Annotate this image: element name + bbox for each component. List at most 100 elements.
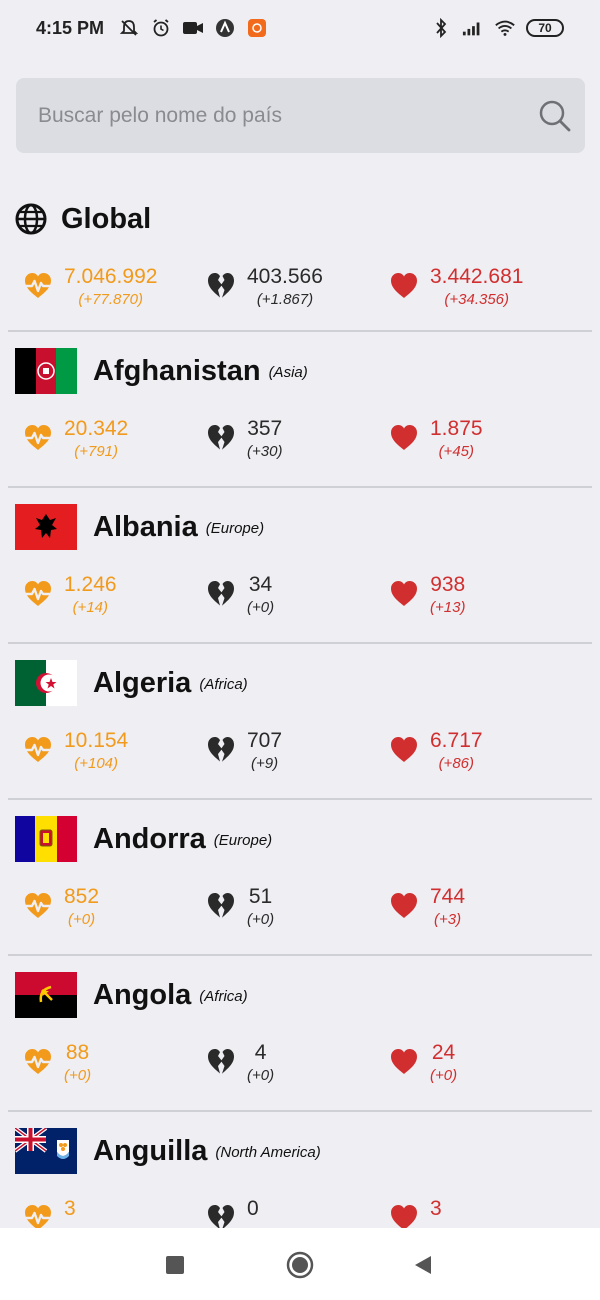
recovered-delta: (+0) <box>430 1067 458 1084</box>
recovered-stat: 1.875 (+45) <box>388 416 483 472</box>
silent-icon <box>118 17 140 39</box>
cases-value: 20.342 <box>64 417 129 440</box>
cases-delta: (+0) <box>67 911 96 928</box>
deaths-value: 34 <box>248 573 273 596</box>
cases-delta: (+14) <box>72 599 108 616</box>
country-stats: 20.342 (+791) 357 (+30) 1.875 (+45) <box>0 416 600 472</box>
country-stats: 88 (+0) 4 (+0) 24 (+0) <box>0 1040 600 1096</box>
deaths-value: 357 <box>247 417 283 440</box>
cases-delta: (+104) <box>74 755 118 772</box>
continent-label: (Asia) <box>268 363 308 381</box>
status-time: 4:15 PM <box>36 17 105 38</box>
heart-icon <box>388 422 420 454</box>
deaths-stat: 707 (+9) <box>205 728 282 784</box>
deaths-stat: 34 (+0) <box>205 572 274 628</box>
country-stats: 852 (+0) 51 (+0) 744 (+3) <box>0 884 600 940</box>
flag-andorra-icon <box>15 816 77 862</box>
recovered-delta: (+3) <box>433 911 462 928</box>
country-stats: 3 0 3 <box>0 1196 600 1228</box>
country-name: Andorra <box>93 822 206 855</box>
heartbeat-icon <box>22 1046 54 1078</box>
country-stats: 1.246 (+14) 34 (+0) 938 (+13) <box>0 572 600 628</box>
signal-icon <box>462 17 484 39</box>
heart-icon <box>388 578 420 610</box>
continent-label: (Africa) <box>199 675 248 693</box>
cases-stat: 852 (+0) <box>22 884 99 940</box>
recovered-stat: 744 (+3) <box>388 884 465 940</box>
heartbeat-icon <box>22 1202 54 1228</box>
cases-stat: 88 (+0) <box>22 1040 91 1096</box>
flag-afghanistan-icon <box>15 348 77 394</box>
home-icon[interactable] <box>285 1250 315 1280</box>
back-icon[interactable] <box>408 1250 438 1280</box>
deaths-stat: 357 (+30) <box>205 416 282 472</box>
country-card-angola[interactable]: Angola (Africa) 88 (+0) 4 (+0) 24 (+0) <box>0 956 600 1112</box>
country-card-andorra[interactable]: Andorra (Europe) 852 (+0) 51 (+0) 744 (+… <box>0 800 600 956</box>
recovered-value: 3.442.681 <box>430 265 524 288</box>
continent-label: (Africa) <box>199 987 248 1005</box>
flag-algeria-icon <box>15 660 77 706</box>
cases-delta: (+791) <box>74 443 118 460</box>
country-card-algeria[interactable]: Algeria (Africa) 10.154 (+104) 707 (+9) <box>0 644 600 800</box>
deaths-delta: (+9) <box>250 755 279 772</box>
recovered-value: 938 <box>430 573 466 596</box>
cases-delta: (+77.870) <box>78 291 144 308</box>
cases-value: 1.246 <box>64 573 117 596</box>
broken-heart-icon <box>205 422 237 454</box>
global-card[interactable]: Global 7.046.992 (+77.870) 403.566 (+1.8… <box>0 180 600 332</box>
recent-apps-icon[interactable] <box>160 1250 190 1280</box>
global-title: Global <box>61 202 152 235</box>
continent-label: (Europe) <box>205 519 265 537</box>
broken-heart-icon <box>205 1046 237 1078</box>
heart-icon <box>388 890 420 922</box>
recovered-value: 744 <box>430 885 466 908</box>
alarm-icon <box>150 17 172 39</box>
video-icon <box>182 17 204 39</box>
flag-anguilla-icon <box>15 1128 77 1174</box>
search-icon[interactable] <box>537 98 573 134</box>
broken-heart-icon <box>205 734 237 766</box>
country-name: Anguilla <box>93 1134 208 1167</box>
country-name: Albania <box>93 510 198 543</box>
country-name: Algeria <box>93 666 192 699</box>
cases-value: 7.046.992 <box>64 265 158 288</box>
country-card-anguilla[interactable]: Anguilla (North America) 3 0 3 <box>0 1112 600 1228</box>
recovered-stat: 24 (+0) <box>388 1040 457 1096</box>
heartbeat-icon <box>22 890 54 922</box>
global-stats: 7.046.992 (+77.870) 403.566 (+1.867) 3.4… <box>0 264 600 320</box>
heart-icon <box>388 1046 420 1078</box>
recovered-delta: (+13) <box>430 599 466 616</box>
cases-stat: 10.154 (+104) <box>22 728 128 784</box>
recovered-stat: 938 (+13) <box>388 572 465 628</box>
search-bar[interactable] <box>16 78 585 153</box>
recovered-value: 6.717 <box>430 729 483 752</box>
deaths-delta: (+30) <box>247 443 283 460</box>
recovered-stat: 3.442.681 (+34.356) <box>388 264 523 320</box>
search-input[interactable] <box>38 103 518 128</box>
deaths-value: 4 <box>254 1041 267 1064</box>
recovered-value: 24 <box>431 1041 456 1064</box>
deaths-value: 707 <box>247 729 283 752</box>
country-list[interactable]: Global 7.046.992 (+77.870) 403.566 (+1.8… <box>0 180 600 1228</box>
heartbeat-icon <box>22 578 54 610</box>
country-card-afghanistan[interactable]: Afghanistan (Asia) 20.342 (+791) 357 (+3… <box>0 332 600 488</box>
flag-angola-icon <box>15 972 77 1018</box>
navigation-bar <box>0 1228 600 1300</box>
heart-icon <box>388 270 420 302</box>
continent-label: (Europe) <box>213 831 273 849</box>
heartbeat-icon <box>22 270 54 302</box>
broken-heart-icon <box>205 578 237 610</box>
deaths-stat: 4 (+0) <box>205 1040 274 1096</box>
cases-stat: 7.046.992 (+77.870) <box>22 264 157 320</box>
app-badge-icon <box>246 17 268 39</box>
recovered-value: 1.875 <box>430 417 483 440</box>
wifi-icon <box>494 17 516 39</box>
deaths-delta: (+0) <box>247 599 275 616</box>
recovered-delta: (+34.356) <box>444 291 510 308</box>
country-card-albania[interactable]: Albania (Europe) 1.246 (+14) 34 (+0) 938… <box>0 488 600 644</box>
deaths-stat: 0 <box>205 1196 259 1228</box>
cases-stat: 20.342 (+791) <box>22 416 128 472</box>
recovered-value: 3 <box>430 1197 442 1220</box>
heart-icon <box>388 1202 420 1228</box>
recovered-delta: (+45) <box>438 443 474 460</box>
